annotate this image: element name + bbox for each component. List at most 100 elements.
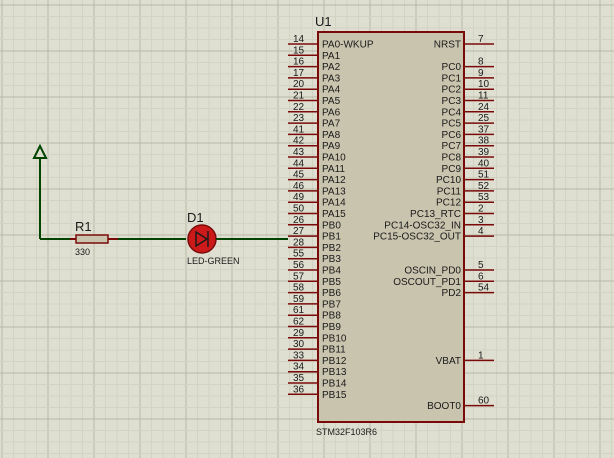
pin-label: PB4 (322, 266, 341, 277)
pin-number: 54 (478, 283, 490, 294)
pin-number: 8 (478, 57, 484, 68)
pin-number: 5 (478, 260, 484, 271)
pin-label: PC2 (442, 85, 462, 96)
pin-number: 50 (293, 204, 305, 215)
pin-number: 28 (293, 237, 305, 248)
pin-label: PC0 (442, 62, 462, 73)
pin-label: BOOT0 (427, 401, 461, 412)
pin-label: PC12 (436, 198, 461, 209)
pin-label: PA8 (322, 130, 341, 141)
pin-label: OSCIN_PD0 (404, 266, 461, 277)
pin-label: PC13_RTC (410, 209, 461, 220)
pin-number: 21 (293, 91, 305, 102)
pin-label: PA13 (322, 186, 346, 197)
pin-number: 45 (293, 170, 305, 181)
pin-number: 57 (293, 271, 305, 282)
resistor-ref: R1 (75, 219, 92, 234)
pin-label: NRST (434, 40, 461, 51)
pin-number: 3 (478, 215, 484, 226)
pin-label: PC5 (442, 119, 462, 130)
grid (0, 0, 614, 458)
pin-number: 39 (478, 147, 490, 158)
pin-number: 55 (293, 249, 305, 260)
schematic-canvas[interactable]: R1 330 D1 LED-GREEN U1 STM32F103R6 14 PA0… (0, 0, 614, 458)
pin-number: 58 (293, 283, 305, 294)
pin-number: 36 (293, 384, 305, 395)
pin-number: 15 (293, 45, 305, 56)
pin-number: 4 (478, 226, 484, 237)
pin-label: PA1 (322, 51, 341, 62)
pin-label: PA12 (322, 175, 346, 186)
pin-label: PB11 (322, 345, 346, 356)
pin-number: 41 (293, 124, 305, 135)
pin-label: PA7 (322, 119, 341, 130)
pin-number: 43 (293, 147, 305, 158)
pin-number: 46 (293, 181, 305, 192)
pin-label: PC4 (442, 107, 462, 118)
pin-number: 23 (293, 113, 305, 124)
pin-number: 37 (478, 124, 490, 135)
pin-number: 22 (293, 102, 305, 113)
pin-number: 29 (293, 328, 305, 339)
pin-number: 2 (478, 204, 484, 215)
pin-label: PA5 (322, 96, 341, 107)
power-terminal[interactable] (32, 143, 48, 239)
pin-label: PB5 (322, 277, 341, 288)
pin-label: PB9 (322, 322, 341, 333)
pin-label: PB2 (322, 243, 341, 254)
pin-number: 14 (293, 34, 305, 45)
pin-label: PB15 (322, 390, 347, 401)
pin-number: 52 (478, 181, 490, 192)
pin-label: PA10 (322, 153, 346, 164)
pin-number: 62 (293, 317, 305, 328)
pin-label: PB10 (322, 333, 347, 344)
pin-label: PA9 (322, 141, 341, 152)
pin-label: PB8 (322, 311, 341, 322)
pin-label: PB0 (322, 220, 341, 231)
pin-label: PB12 (322, 356, 347, 367)
pin-label: PA14 (322, 198, 346, 209)
resistor-value: 330 (75, 247, 90, 257)
pin-number: 24 (478, 102, 490, 113)
pin-number: 1 (478, 350, 484, 361)
pin-number: 11 (478, 91, 489, 102)
pin-label: PC7 (442, 141, 462, 152)
pin-label: PC15-OSC32_OUT (373, 232, 461, 243)
pin-number: 16 (293, 57, 305, 68)
pin-label: PA6 (322, 107, 341, 118)
pin-number: 38 (478, 136, 490, 147)
chip-u1[interactable]: U1 STM32F103R6 14 PA0-WKUP15 PA116 PA217 PA3… (288, 14, 494, 437)
pin-label: PA4 (322, 85, 341, 96)
pin-label: PA3 (322, 73, 341, 84)
pin-label: PA2 (322, 62, 341, 73)
pin-number: 17 (293, 68, 305, 79)
pin-label: PC11 (437, 186, 462, 197)
pin-number: 34 (293, 362, 305, 373)
pin-label: PC14-OSC32_IN (384, 220, 461, 231)
pin-label: PB14 (322, 379, 347, 390)
pin-number: 53 (478, 192, 490, 203)
pin-label: PA15 (322, 209, 346, 220)
pin-number: 61 (293, 305, 305, 316)
pin-number: 44 (293, 158, 305, 169)
pin-label: PC1 (442, 73, 462, 84)
pin-label: VBAT (436, 356, 461, 367)
pin-label: OSCOUT_PD1 (393, 277, 461, 288)
pin-number: 27 (293, 226, 305, 237)
pin-label: PC10 (436, 175, 461, 186)
pin-number: 60 (478, 396, 490, 407)
pin-number: 26 (293, 215, 305, 226)
pin-number: 10 (478, 79, 490, 90)
pin-number: 35 (293, 373, 305, 384)
pin-label: PA11 (322, 164, 345, 175)
pin-label: PC6 (442, 130, 462, 141)
pin-number: 59 (293, 294, 305, 305)
led-ref: D1 (187, 210, 204, 225)
pin-number: 30 (293, 339, 305, 350)
pin-number: 56 (293, 260, 305, 271)
pin-label: PB6 (322, 288, 341, 299)
pin-number: 49 (293, 192, 305, 203)
pin-number: 9 (478, 68, 484, 79)
chip-ref: U1 (315, 14, 332, 29)
pin-number: 40 (478, 158, 490, 169)
